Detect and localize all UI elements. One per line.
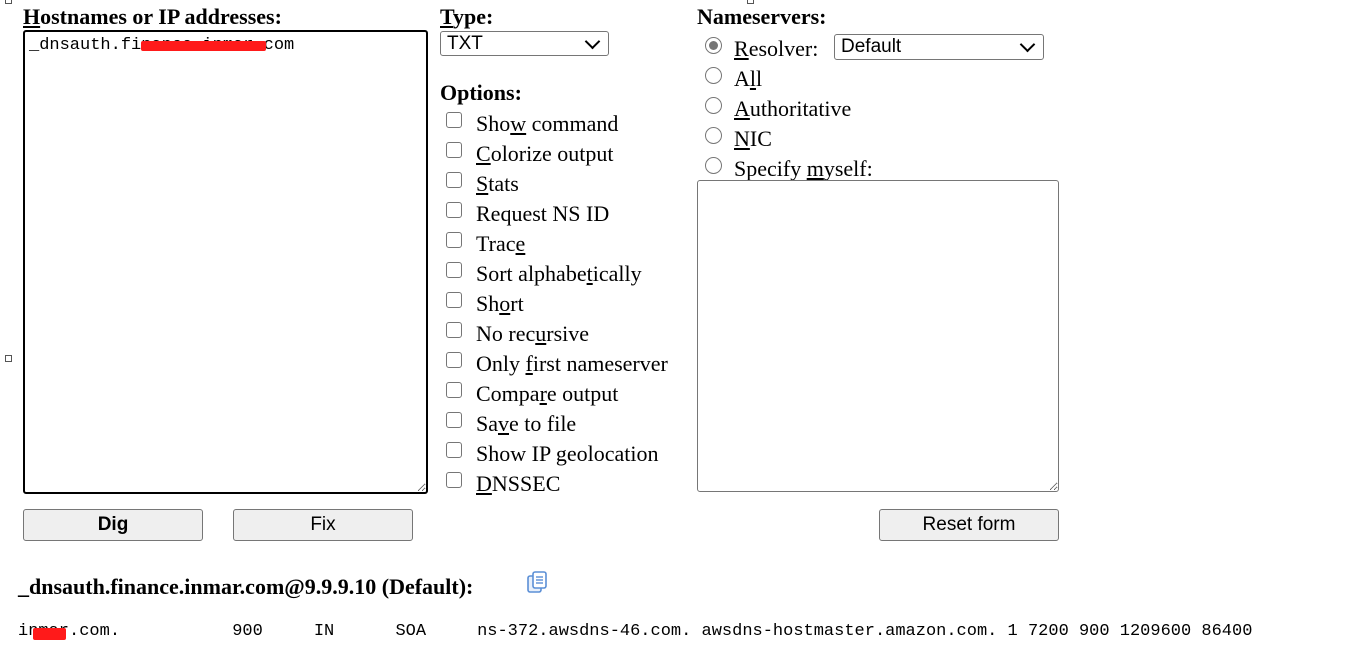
ns-option-all[interactable]: All bbox=[705, 64, 762, 94]
option-label: Show IP geolocation bbox=[476, 441, 659, 466]
resolver-select-value: Default bbox=[841, 36, 902, 57]
option-label: Compare output bbox=[476, 381, 619, 406]
chevron-down-icon bbox=[584, 33, 601, 49]
ns-option-authoritative[interactable]: Authoritative bbox=[705, 94, 851, 124]
ns-radio-specify[interactable] bbox=[705, 156, 722, 174]
option-row[interactable]: DNSSEC bbox=[446, 469, 560, 499]
option-label: Colorize output bbox=[476, 141, 614, 166]
option-checkbox[interactable] bbox=[446, 382, 462, 398]
option-checkbox[interactable] bbox=[446, 352, 462, 368]
option-row[interactable]: Short bbox=[446, 289, 524, 319]
option-row[interactable]: Request NS ID bbox=[446, 199, 609, 229]
ns-label-all: All bbox=[734, 66, 763, 91]
option-row[interactable]: Show IP geolocation bbox=[446, 439, 659, 469]
fix-button[interactable]: Fix bbox=[233, 509, 413, 541]
resize-handle-left-middle[interactable] bbox=[5, 355, 12, 362]
option-checkbox[interactable] bbox=[446, 412, 462, 428]
dig-button[interactable]: Dig bbox=[23, 509, 203, 541]
result-title: _dnsauth.finance.inmar.com@9.9.9.10 (Def… bbox=[18, 574, 474, 599]
option-checkbox[interactable] bbox=[446, 322, 462, 338]
resize-handle-top-left[interactable] bbox=[5, 0, 12, 4]
option-checkbox[interactable] bbox=[446, 292, 462, 308]
redaction-mark bbox=[33, 628, 66, 640]
option-label: Show command bbox=[476, 111, 619, 136]
option-label: Sort alphabetically bbox=[476, 261, 642, 286]
ns-label-specify: Specify myself: bbox=[734, 156, 873, 181]
options-label: Options: bbox=[440, 80, 522, 105]
reset-form-button[interactable]: Reset form bbox=[879, 509, 1059, 541]
nameservers-label: Nameservers: bbox=[697, 4, 827, 29]
ns-label-authoritative: Authoritative bbox=[734, 96, 852, 121]
option-row[interactable]: Only first nameserver bbox=[446, 349, 668, 379]
option-checkbox[interactable] bbox=[446, 202, 462, 218]
option-row[interactable]: Stats bbox=[446, 169, 519, 199]
option-label: Stats bbox=[476, 171, 519, 196]
hostnames-textarea[interactable]: _dnsauth.finance.inmar.com bbox=[23, 30, 428, 494]
option-checkbox[interactable] bbox=[446, 442, 462, 458]
option-checkbox[interactable] bbox=[446, 142, 462, 158]
resolver-select[interactable]: Default bbox=[834, 34, 1044, 60]
result-record: inmar.com. 900 IN SOA ns-372.awsdns-46.c… bbox=[18, 622, 1253, 641]
ns-radio-authoritative[interactable] bbox=[705, 96, 722, 114]
redaction-mark bbox=[141, 41, 266, 51]
copy-icon[interactable] bbox=[526, 571, 548, 595]
ns-option-resolver[interactable]: Resolver: bbox=[705, 34, 818, 64]
ns-radio-resolver[interactable] bbox=[705, 36, 722, 54]
option-row[interactable]: No recursive bbox=[446, 319, 589, 349]
chevron-down-icon bbox=[1019, 36, 1036, 53]
option-checkbox[interactable] bbox=[446, 112, 462, 128]
option-label: Trace bbox=[476, 231, 526, 256]
option-row[interactable]: Compare output bbox=[446, 379, 618, 409]
ns-option-nic[interactable]: NIC bbox=[705, 124, 772, 154]
type-select[interactable]: TXT bbox=[440, 31, 609, 56]
option-label: Short bbox=[476, 291, 524, 316]
option-checkbox[interactable] bbox=[446, 262, 462, 278]
option-checkbox[interactable] bbox=[446, 232, 462, 248]
type-select-value: TXT bbox=[447, 32, 483, 54]
hostnames-label: Hostnames or IP addresses: bbox=[23, 4, 282, 29]
option-label: No recursive bbox=[476, 321, 590, 346]
option-row[interactable]: Colorize output bbox=[446, 139, 614, 169]
ns-label-nic: NIC bbox=[734, 126, 772, 151]
option-row[interactable]: Sort alphabetically bbox=[446, 259, 642, 289]
option-label: Only first nameserver bbox=[476, 351, 668, 376]
option-row[interactable]: Trace bbox=[446, 229, 525, 259]
option-label: DNSSEC bbox=[476, 471, 561, 496]
ns-label-resolver: Resolver: bbox=[734, 36, 819, 61]
option-checkbox[interactable] bbox=[446, 172, 462, 188]
ns-radio-nic[interactable] bbox=[705, 126, 722, 144]
ns-radio-all[interactable] bbox=[705, 66, 722, 84]
option-row[interactable]: Save to file bbox=[446, 409, 576, 439]
nameservers-textarea[interactable] bbox=[697, 180, 1059, 492]
option-label: Request NS ID bbox=[476, 201, 610, 226]
option-checkbox[interactable] bbox=[446, 472, 462, 488]
type-label: Type: bbox=[440, 4, 494, 29]
option-row[interactable]: Show command bbox=[446, 109, 618, 139]
option-label: Save to file bbox=[476, 411, 577, 436]
